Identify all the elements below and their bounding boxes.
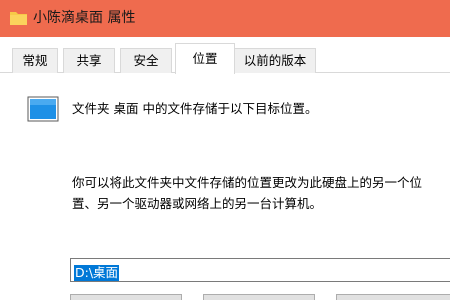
location-description-line1: 你可以将此文件夹中文件存储的位置更改为此硬盘上的另一个位 [72, 175, 423, 190]
find-target-button[interactable] [336, 294, 450, 300]
location-description-line2: 置、另一个驱动器或网络上的另一台计算机。 [72, 196, 323, 211]
tab-security[interactable]: 安全 [120, 48, 172, 73]
properties-window: 小陈滴桌面 属性 常规 共享 安全 位置 以前的版本 文件夹 桌面 中的文件存储… [0, 0, 450, 300]
tab-sharing[interactable]: 共享 [63, 48, 115, 73]
window-title: 小陈滴桌面 属性 [33, 10, 136, 26]
selected-path-text: D:\桌面 [74, 265, 120, 281]
location-path-input[interactable]: D:\桌面 [70, 258, 450, 282]
tab-location[interactable]: 位置 [175, 43, 235, 74]
tab-general[interactable]: 常规 [12, 48, 58, 73]
move-button[interactable] [203, 294, 315, 300]
desktop-folder-icon [27, 96, 59, 122]
tab-previous-versions[interactable]: 以前的版本 [234, 48, 316, 73]
folder-icon [10, 12, 27, 25]
location-info-text: 文件夹 桌面 中的文件存储于以下目标位置。 [72, 101, 318, 116]
restore-default-button[interactable] [70, 294, 182, 300]
title-bar[interactable]: 小陈滴桌面 属性 [0, 0, 450, 37]
